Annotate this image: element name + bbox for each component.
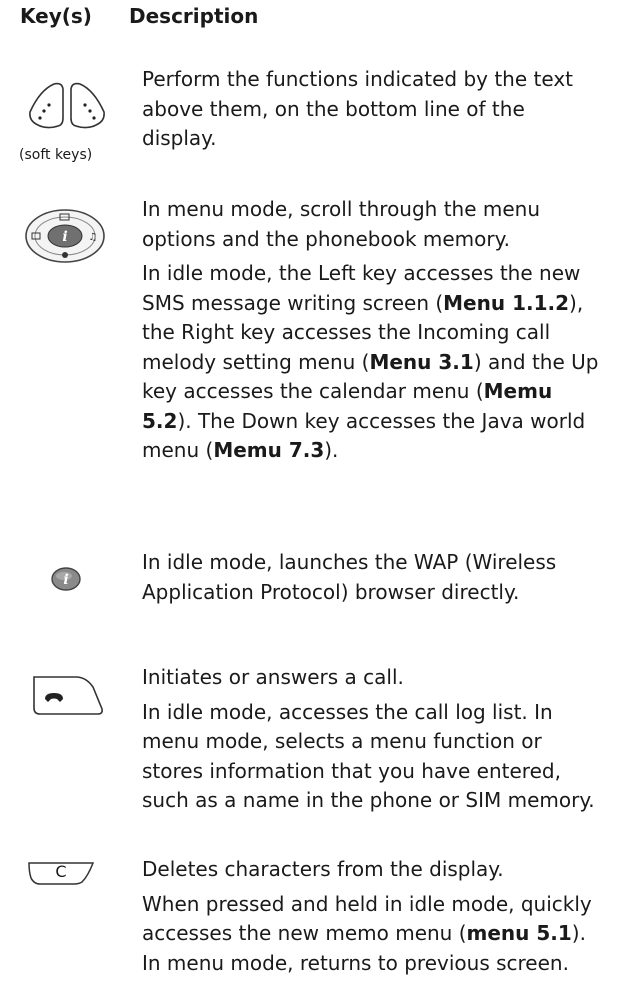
description-column-header: Description [129,4,259,28]
clear-key-letter: C [55,862,67,881]
wap-key-description: In idle mode, launches the WAP (Wireless… [142,550,557,604]
key-column-header: Key(s) [20,4,92,28]
send-key-icon [33,676,103,715]
clear-key-icon: C [26,860,96,886]
soft-keys-caption: (soft keys) [19,147,93,163]
svg-text:♫: ♫ [89,232,98,243]
soft-keys-description: Perform the functions indicated by the t… [142,67,573,150]
svg-text:i: i [63,572,68,588]
wap-key-icon: i [51,567,81,591]
svg-text:i: i [62,229,67,245]
navigation-keys-icon: i ♫ [25,209,105,263]
send-key-description: Initiates or answers a call. In idle mod… [142,665,595,812]
clear-key-description: Deletes characters from the display. Whe… [142,857,592,975]
soft-keys-icon [29,82,105,129]
navigation-keys-description: In menu mode, scroll through the menu op… [142,197,599,462]
